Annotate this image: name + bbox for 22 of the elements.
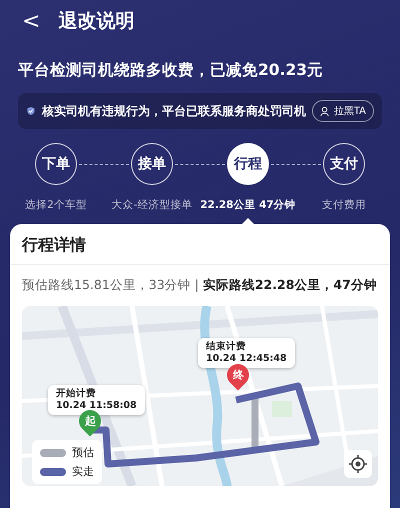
- page-title: 退改说明: [58, 9, 134, 34]
- step-caption: 大众-经济型接单: [112, 198, 192, 212]
- route-summary: 预估路线15.81公里，33分钟 | 实际路线22.28公里，47分钟: [21, 276, 378, 294]
- notice-text: 核实司机有违规行为，平台已联系服务商处罚司机: [42, 102, 306, 120]
- step-circle[interactable]: 行程: [227, 143, 269, 185]
- start-label: 开始计费: [56, 388, 97, 400]
- headline: 平台检测司机绕路多收费，已减免20.23元: [18, 60, 324, 81]
- step-circle[interactable]: 支付: [323, 143, 365, 185]
- step-circle[interactable]: 下单: [35, 143, 77, 185]
- block-button[interactable]: 拉黑TA: [312, 100, 374, 122]
- locate-button[interactable]: [344, 450, 372, 478]
- legend-label: 实走: [72, 464, 94, 479]
- user-icon: [320, 106, 331, 116]
- back-button[interactable]: <: [22, 8, 40, 34]
- step-caption: 22.28公里 47分钟: [200, 198, 296, 212]
- locate-icon: [349, 455, 367, 473]
- end-label: 结束计费: [206, 341, 247, 353]
- step-caption: 支付费用: [322, 198, 366, 212]
- card-title: 行程详情: [10, 224, 390, 265]
- step-caption: 选择2个车型: [25, 198, 87, 212]
- legend-label: 预估: [72, 445, 94, 460]
- step-circle[interactable]: 接单: [131, 143, 173, 185]
